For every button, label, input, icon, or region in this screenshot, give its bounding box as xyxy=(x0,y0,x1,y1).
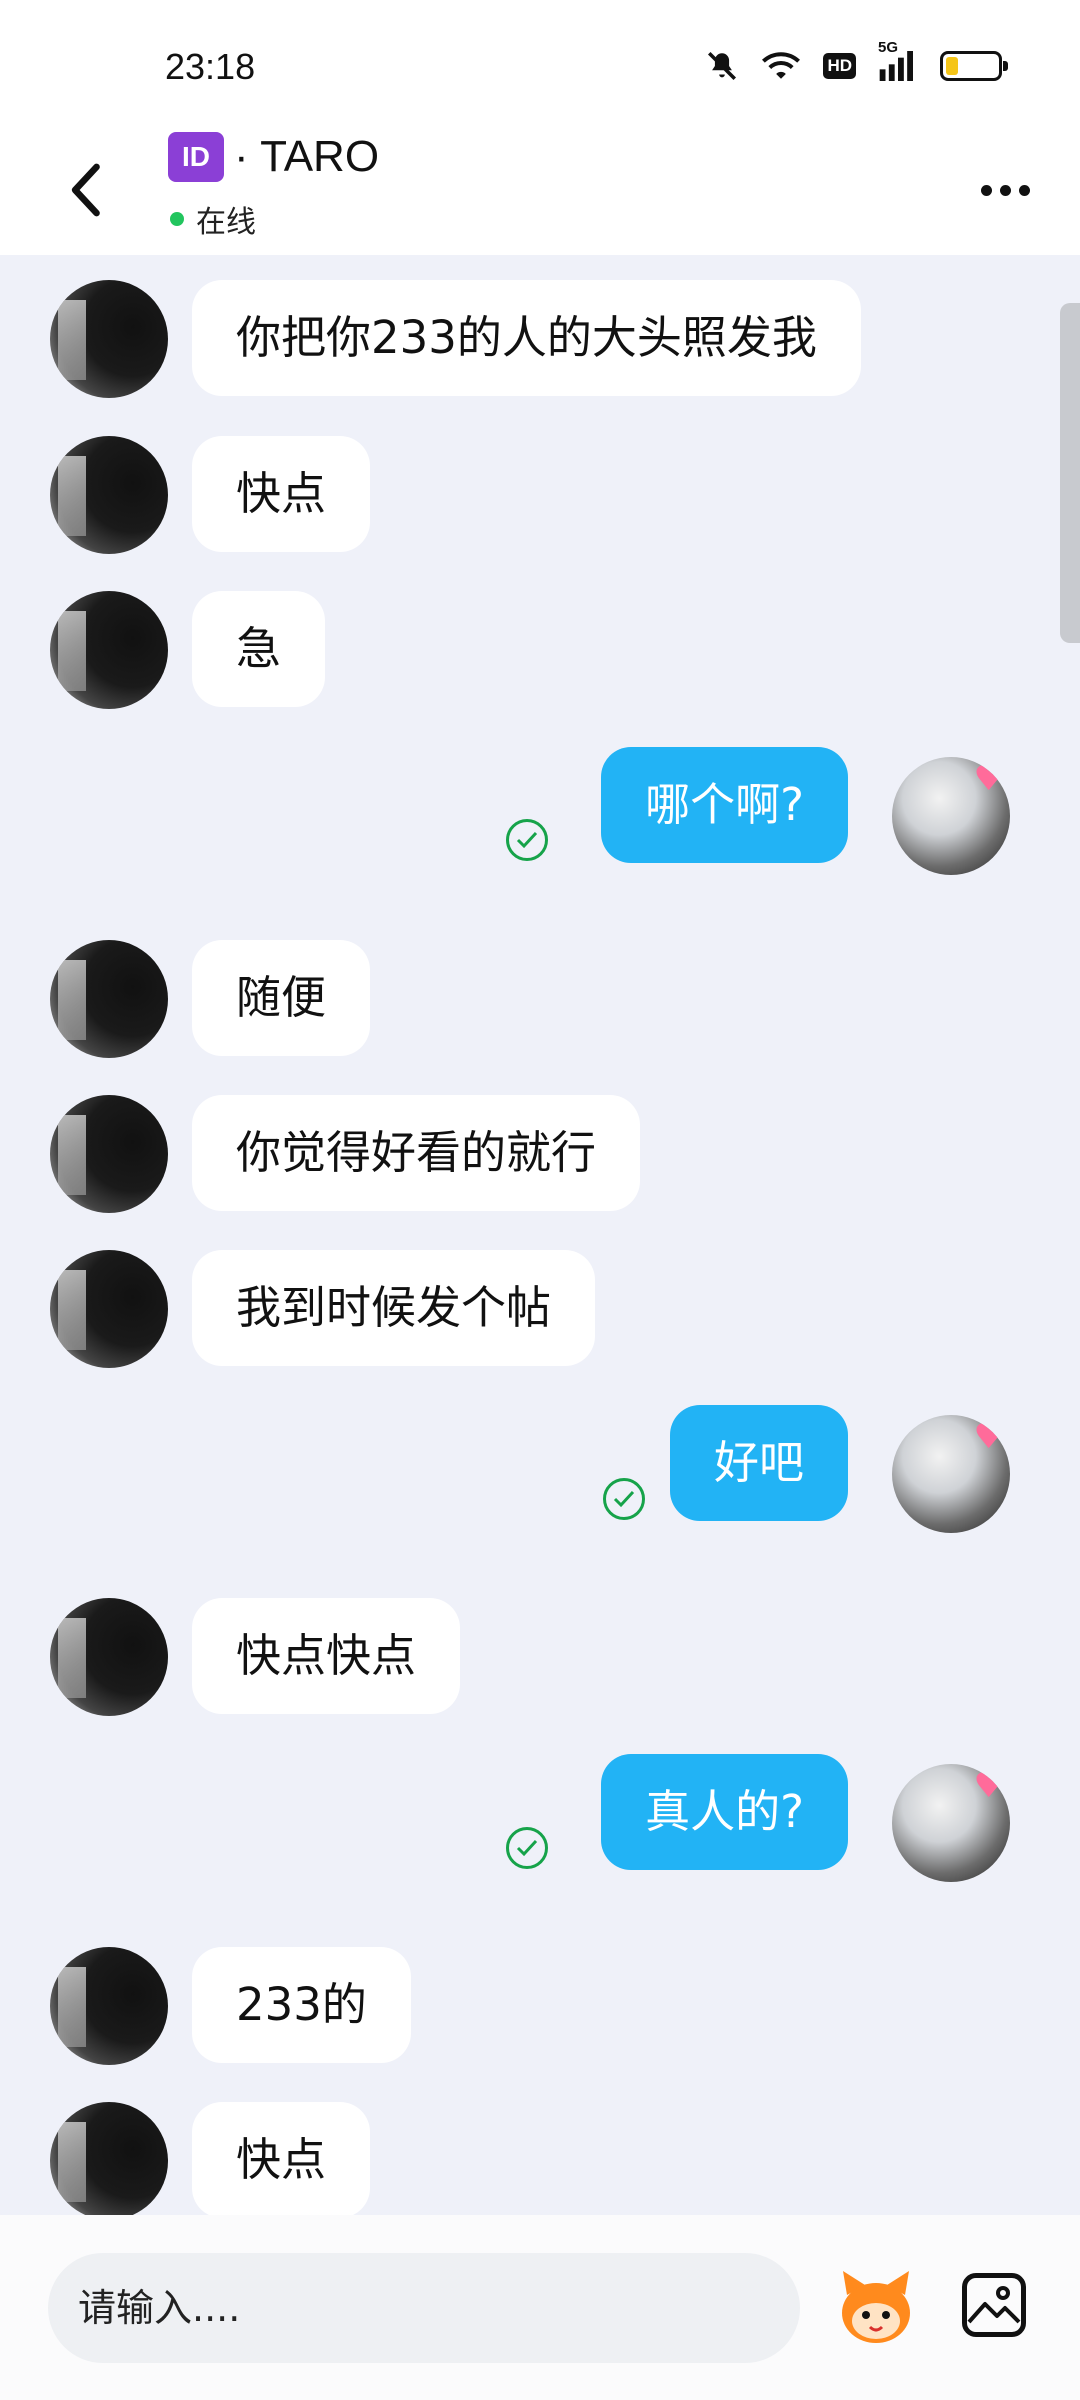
contact-avatar[interactable] xyxy=(50,940,168,1058)
incoming-message[interactable]: 随便 xyxy=(192,940,371,1056)
scrollbar[interactable] xyxy=(1060,303,1080,643)
mascot-icon xyxy=(842,2271,910,2343)
contact-avatar[interactable] xyxy=(50,280,168,398)
input-bar xyxy=(0,2215,1080,2400)
signal-icon: 5G xyxy=(878,39,918,83)
incoming-message[interactable]: 快点 xyxy=(192,436,371,552)
read-check-icon xyxy=(506,1827,548,1869)
online-status: 在线 xyxy=(170,197,256,241)
chat-area[interactable]: 你把你233的人的大头照发我 快点 急 哪个啊? 随便 你觉得好看的就行 我到时… xyxy=(0,255,1080,2215)
incoming-message[interactable]: 急 xyxy=(192,591,326,707)
incoming-message[interactable]: 你把你233的人的大头照发我 xyxy=(192,280,861,396)
my-avatar[interactable] xyxy=(892,1415,1010,1533)
incoming-message[interactable]: 快点 xyxy=(192,2102,371,2215)
chevron-left-icon xyxy=(71,163,100,217)
image-icon xyxy=(967,2286,1021,2324)
status-bar: 23:18 HD 5G xyxy=(0,0,1080,130)
incoming-message[interactable]: 快点快点 xyxy=(192,1598,461,1714)
id-badge: ID xyxy=(168,132,224,182)
contact-avatar[interactable] xyxy=(50,1947,168,2065)
status-time: 23:18 xyxy=(165,46,256,87)
contact-name[interactable]: ID · TARO xyxy=(168,132,379,182)
outgoing-message[interactable]: 真人的? xyxy=(601,1754,848,1870)
image-button[interactable] xyxy=(962,2273,1026,2337)
sticker-button[interactable] xyxy=(833,2265,919,2351)
incoming-message[interactable]: 我到时候发个帖 xyxy=(192,1250,596,1366)
read-check-icon xyxy=(603,1478,645,1520)
chat-header: ID · TARO 在线 xyxy=(0,130,1080,255)
more-horizontal-icon xyxy=(980,184,992,196)
contact-avatar[interactable] xyxy=(50,1095,168,1213)
my-avatar[interactable] xyxy=(892,757,1010,875)
online-status-label: 在线 xyxy=(196,205,256,240)
contact-avatar[interactable] xyxy=(50,591,168,709)
wifi-icon xyxy=(761,50,801,82)
network-label: 5G xyxy=(878,39,899,56)
outgoing-message[interactable]: 好吧 xyxy=(669,1405,848,1521)
contact-title: · TARO xyxy=(234,132,380,181)
contact-avatar[interactable] xyxy=(50,1250,168,1368)
contact-avatar[interactable] xyxy=(50,436,168,554)
back-button[interactable] xyxy=(50,150,120,230)
outgoing-message[interactable]: 哪个啊? xyxy=(601,747,848,863)
hd-icon: HD xyxy=(823,53,856,79)
my-avatar[interactable] xyxy=(892,1764,1010,1882)
battery-level xyxy=(946,57,958,75)
incoming-message[interactable]: 你觉得好看的就行 xyxy=(192,1095,641,1211)
mute-icon xyxy=(705,49,739,83)
incoming-message[interactable]: 233的 xyxy=(192,1947,411,2063)
status-icons: HD 5G xyxy=(705,39,1008,86)
online-dot-icon xyxy=(170,212,184,226)
more-button[interactable] xyxy=(970,160,1040,220)
read-check-icon xyxy=(506,819,548,861)
contact-avatar[interactable] xyxy=(50,2102,168,2215)
contact-avatar[interactable] xyxy=(50,1598,168,1716)
battery-icon xyxy=(940,51,1008,81)
message-input[interactable] xyxy=(48,2253,800,2363)
